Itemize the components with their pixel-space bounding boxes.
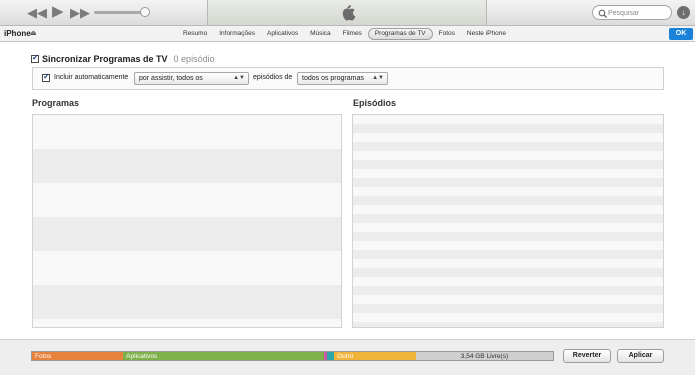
list-item[interactable]: [353, 304, 663, 313]
list-item[interactable]: [353, 322, 663, 327]
tab-neste-iphone[interactable]: Neste iPhone: [461, 28, 512, 40]
tab-informacoes[interactable]: Informações: [213, 28, 261, 40]
list-item[interactable]: [353, 124, 663, 133]
download-icon[interactable]: ↓: [677, 6, 690, 19]
tab-aplicativos[interactable]: Aplicativos: [261, 28, 304, 40]
list-item[interactable]: [353, 187, 663, 196]
episodes-title: Episódios: [353, 98, 397, 108]
list-item[interactable]: [33, 217, 341, 251]
list-item[interactable]: [33, 115, 341, 149]
device-name[interactable]: iPhone: [4, 29, 31, 38]
list-item[interactable]: [33, 149, 341, 183]
fast-forward-icon[interactable]: ▶▶: [70, 5, 90, 20]
episodes-list[interactable]: [352, 114, 664, 328]
chevron-updown-icon: ▲▼: [372, 75, 384, 81]
sync-options: Incluir automaticamente por assistir, to…: [32, 67, 664, 90]
episode-count: 0 episódio: [173, 54, 215, 64]
eject-icon[interactable]: ⏏: [30, 29, 37, 37]
source-select-value: todos os programas: [302, 75, 364, 82]
tab-filmes[interactable]: Filmes: [337, 28, 368, 40]
list-item[interactable]: [353, 214, 663, 223]
list-item[interactable]: [353, 160, 663, 169]
list-item[interactable]: [353, 133, 663, 142]
sync-checkbox[interactable]: [31, 53, 39, 63]
sync-row: Sincronizar Programas de TV 0 episódio: [31, 53, 215, 65]
sync-label: Sincronizar Programas de TV: [42, 54, 168, 64]
source-select[interactable]: todos os programas ▲▼: [297, 72, 388, 85]
play-icon[interactable]: ▶: [52, 4, 64, 19]
list-item[interactable]: [353, 277, 663, 286]
list-item[interactable]: [353, 178, 663, 187]
list-item[interactable]: [353, 142, 663, 151]
storage-bar-area: Fotos Aplicativos Outro 3,54 GB Livre(s) Re…: [0, 339, 695, 375]
list-item[interactable]: [33, 183, 341, 217]
capacity-segment: Fotos: [32, 352, 124, 360]
list-item[interactable]: [353, 250, 663, 259]
player-toolbar: ◀◀ ▶ ▶▶ ↓: [0, 0, 695, 26]
apple-logo: [342, 4, 356, 21]
volume-knob[interactable]: [140, 7, 150, 17]
tab-musica[interactable]: Música: [304, 28, 337, 40]
rewind-icon[interactable]: ◀◀: [27, 5, 47, 20]
tab-resumo[interactable]: Resumo: [177, 28, 213, 40]
list-item[interactable]: [353, 115, 663, 124]
programs-title: Programas: [32, 98, 80, 108]
search-input[interactable]: [608, 7, 670, 19]
capacity-bar[interactable]: Fotos Aplicativos Outro 3,54 GB Livre(s): [31, 351, 554, 361]
list-item[interactable]: [353, 241, 663, 250]
list-item[interactable]: [353, 295, 663, 304]
revert-button[interactable]: Reverter: [563, 349, 611, 363]
list-item[interactable]: [353, 313, 663, 322]
list-item[interactable]: [353, 232, 663, 241]
list-item[interactable]: [353, 223, 663, 232]
include-automatically-label: Incluir automaticamente: [54, 74, 129, 81]
list-item[interactable]: [33, 251, 341, 285]
chevron-updown-icon: ▲▼: [233, 75, 245, 81]
programs-list[interactable]: [32, 114, 342, 328]
volume-slider[interactable]: [94, 11, 146, 14]
tab-fotos[interactable]: Fotos: [433, 28, 461, 40]
list-item[interactable]: [353, 205, 663, 214]
list-item[interactable]: [353, 151, 663, 160]
list-item[interactable]: [33, 285, 341, 319]
include-automatically-checkbox[interactable]: [42, 72, 50, 82]
capacity-segment: Outro: [334, 352, 416, 360]
list-item[interactable]: [353, 286, 663, 295]
filter-select[interactable]: por assistir, todos os ▲▼: [134, 72, 249, 85]
filter-select-value: por assistir, todos os: [139, 75, 203, 82]
search-field[interactable]: [592, 5, 672, 20]
episodes-of-label: episódios de: [253, 74, 293, 81]
ok-button[interactable]: OK: [669, 28, 693, 40]
capacity-free-segment: 3,54 GB Livre(s): [415, 352, 553, 360]
apply-button[interactable]: Aplicar: [617, 349, 664, 363]
list-item[interactable]: [353, 196, 663, 205]
list-item[interactable]: [353, 268, 663, 277]
tab-programas-de-tv[interactable]: Programas de TV: [367, 28, 433, 40]
status-display: [207, 0, 487, 25]
capacity-segment: Aplicativos: [123, 352, 324, 360]
list-item[interactable]: [353, 169, 663, 178]
device-nav-bar: iPhone ⏏ Resumo Informações Aplicativos …: [0, 26, 695, 42]
capacity-segment: [326, 352, 335, 360]
search-icon: [598, 9, 608, 18]
device-tabs: Resumo Informações Aplicativos Música Fi…: [177, 28, 512, 40]
list-item[interactable]: [353, 259, 663, 268]
